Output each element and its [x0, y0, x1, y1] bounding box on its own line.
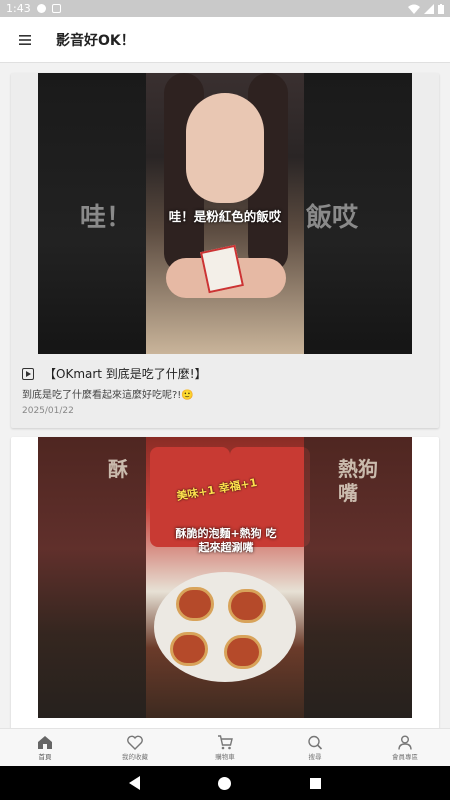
video-description: 到底是吃了什麼看起來這麼好吃呢?!🙂 [22, 390, 194, 401]
tab-label: 首頁 [38, 752, 52, 761]
tab-label: 會員專區 [392, 752, 418, 761]
menu-button[interactable] [0, 17, 50, 63]
app-title: 影音好OK！ [56, 32, 135, 49]
tab-home[interactable]: 首頁 [0, 729, 90, 766]
tab-member[interactable]: 會員專區 [360, 729, 450, 766]
thumbnail-ghost-text-left: 哇！ [80, 203, 133, 233]
video-thumbnail[interactable]: 哇！ 飯哎 哇！是粉紅色的飯哎 [38, 73, 412, 354]
thumbnail-ghost-text-right: 熱狗 嘴 [338, 457, 378, 505]
video-feed[interactable]: 哇！ 飯哎 哇！是粉紅色的飯哎 【OKmart 到底是吃了什麼!】 到底是吃了什… [0, 63, 450, 728]
video-title-row[interactable]: 【OKmart 到底是吃了什麼!】 [22, 365, 207, 382]
back-icon[interactable] [129, 776, 141, 790]
thumbnail-ghost-text-left: 酥 [108, 457, 128, 481]
thumbnail-ghost-text-right: 飯哎 [306, 203, 359, 233]
video-thumbnail[interactable]: 美味+1 幸福+1 酥脆的泡麵+熱狗 吃起來超涮嘴 酥 熱狗 嘴 [38, 437, 412, 718]
thumbnail-blur-left [38, 437, 146, 718]
user-icon [398, 735, 412, 750]
status-time: 1:43 [6, 2, 31, 15]
bottom-tab-bar: 首頁 我的收藏 購物車 搜尋 會員專區 [0, 728, 450, 766]
tab-cart[interactable]: 購物車 [180, 729, 270, 766]
tab-label: 購物車 [215, 752, 235, 761]
video-date: 2025/01/22 [22, 406, 74, 416]
notification-app-icon [51, 4, 61, 13]
play-icon [22, 367, 34, 380]
video-card[interactable]: 哇！ 飯哎 哇！是粉紅色的飯哎 【OKmart 到底是吃了什麼!】 到底是吃了什… [11, 73, 439, 428]
search-icon [308, 735, 323, 750]
heart-icon [127, 735, 143, 750]
battery-icon [438, 3, 444, 14]
thumbnail-caption: 酥脆的泡麵+熱狗 吃起來超涮嘴 [175, 527, 277, 554]
video-card[interactable]: 美味+1 幸福+1 酥脆的泡麵+熱狗 吃起來超涮嘴 酥 熱狗 嘴 [11, 437, 439, 728]
home-icon [38, 735, 52, 749]
hamburger-icon [19, 34, 31, 45]
home-nav-icon[interactable] [218, 776, 232, 790]
tab-label: 搜尋 [308, 752, 322, 761]
system-nav-bar [0, 766, 450, 800]
tab-favorites[interactable]: 我的收藏 [90, 729, 180, 766]
thumbnail-caption: 哇！是粉紅色的飯哎 [168, 209, 282, 224]
wifi-icon [408, 4, 420, 14]
recents-icon[interactable] [309, 777, 321, 789]
app-bar: 影音好OK！ [0, 17, 450, 63]
status-bar: 1:43 [0, 0, 450, 17]
tab-label: 我的收藏 [122, 752, 148, 761]
cart-icon [218, 734, 233, 749]
notification-dot-icon [36, 4, 46, 13]
signal-icon [424, 3, 434, 14]
tab-search[interactable]: 搜尋 [270, 729, 360, 766]
video-title[interactable]: 【OKmart 到底是吃了什麼!】 [44, 365, 207, 382]
thumbnail-frame: 美味+1 幸福+1 酥脆的泡麵+熱狗 吃起來超涮嘴 [146, 437, 310, 718]
